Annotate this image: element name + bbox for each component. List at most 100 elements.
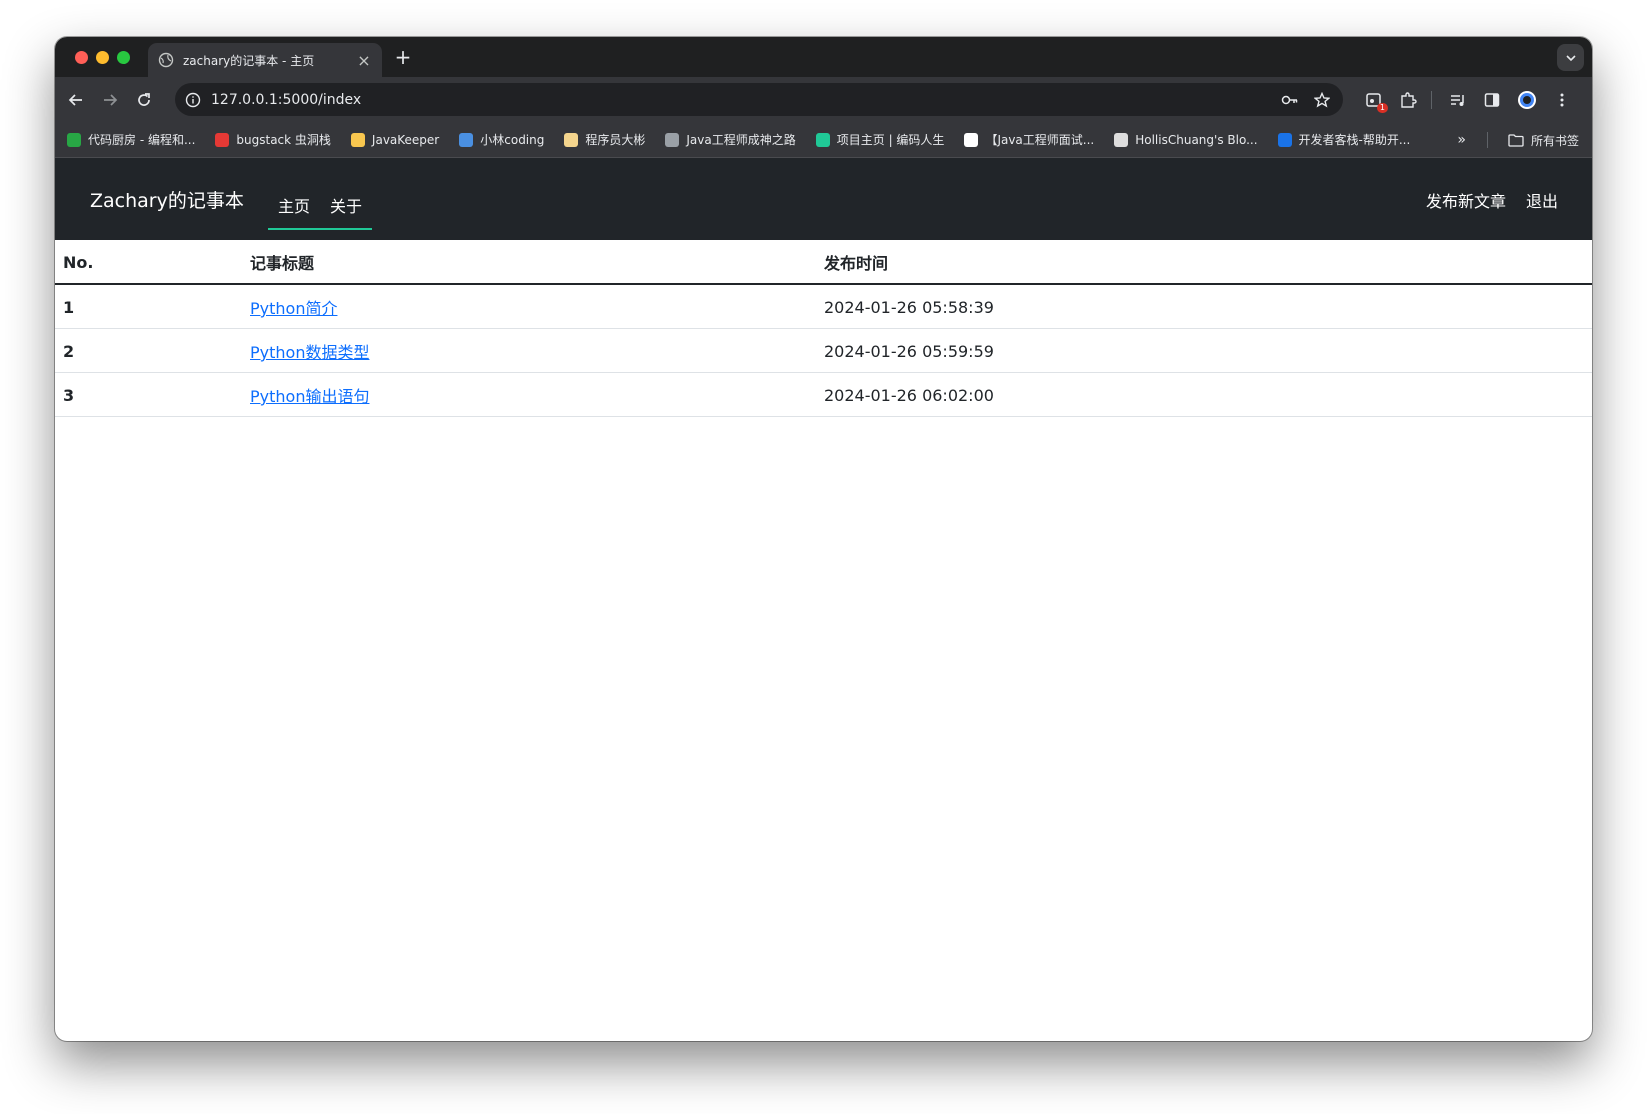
bookmark-label: 开发者客栈-帮助开... [1298, 133, 1411, 147]
bookmark-label: HollisChuang's Blo... [1135, 132, 1258, 147]
bookmark-item[interactable]: 项目主页 | 编码人生 [815, 131, 945, 148]
extension-badge: 1 [1376, 103, 1388, 113]
bookmark-item[interactable]: 代码厨房 - 编程和... [67, 131, 195, 148]
table-row: 2 Python数据类型 2024-01-26 05:59:59 [55, 328, 1592, 373]
all-bookmarks-label: 所有书签 [1530, 134, 1579, 148]
extensions-menu-button[interactable] [1397, 89, 1419, 111]
tab-title: zachary的记事本 - 主页 [183, 53, 315, 68]
tab-search-button[interactable] [1557, 44, 1584, 71]
bookmark-label: 程序员大彬 [585, 133, 646, 147]
tab-active[interactable]: zachary的记事本 - 主页 × [148, 43, 382, 77]
browser-menu-button[interactable] [1551, 89, 1573, 111]
row-time: 2024-01-26 06:02:00 [816, 372, 1592, 417]
bookmark-item[interactable]: HollisChuang's Blo... [1114, 132, 1258, 147]
bookmarks-bar: 代码厨房 - 编程和... bugstack 虫洞栈 JavaKeeper 小林cod… [55, 122, 1592, 158]
more-bookmarks-button[interactable]: » [1457, 132, 1466, 148]
row-number: 2 [55, 328, 242, 373]
browser-toolbar: 127.0.0.1:5000/index 1 [55, 77, 1592, 122]
url-text: 127.0.0.1:5000/index [211, 91, 362, 108]
nav-actions: 发布新文章 退出 [1426, 188, 1558, 212]
all-bookmarks-button[interactable]: 所有书签 [1508, 132, 1579, 149]
browser-window: zachary的记事本 - 主页 × + 127.0.0.1:5000/inde… [55, 37, 1592, 1041]
kebab-menu-icon [1560, 93, 1564, 107]
globe-icon [158, 52, 174, 68]
bookmark-label: 项目主页 | 编码人生 [836, 133, 945, 147]
bookmark-item[interactable]: Java工程师成神之路 [665, 131, 796, 148]
xiaolin-icon [459, 132, 474, 147]
close-window-button[interactable] [75, 51, 88, 64]
bookmark-item[interactable]: 小林coding [459, 131, 544, 148]
row-title-cell: Python数据类型 [242, 328, 816, 373]
bookmarks-separator [1487, 132, 1488, 148]
note-title-link[interactable]: Python输出语句 [250, 387, 369, 406]
site-navbar: Zachary的记事本 主页 关于 发布新文章 退出 [55, 158, 1592, 240]
globe-icon [665, 132, 680, 147]
password-key-icon[interactable] [1279, 89, 1301, 111]
row-title-cell: Python输出语句 [242, 372, 816, 417]
side-panel-icon [1484, 93, 1500, 107]
column-header-title: 记事标题 [242, 240, 816, 285]
w-icon [815, 132, 830, 147]
publish-article-link[interactable]: 发布新文章 [1426, 188, 1506, 212]
note-title-link[interactable]: Python简介 [250, 299, 337, 318]
chevron-down-icon [1565, 54, 1576, 61]
code-kitchen-icon [67, 132, 81, 147]
forward-button[interactable] [99, 89, 121, 111]
bookmark-label: Java工程师成神之路 [686, 133, 796, 147]
minimize-window-button[interactable] [96, 51, 109, 64]
tab-strip: zachary的记事本 - 主页 × + [55, 37, 1592, 77]
note-title-link[interactable]: Python数据类型 [250, 343, 369, 362]
arrow-right-icon [104, 94, 118, 106]
close-tab-icon[interactable]: × [356, 51, 372, 70]
profile-button[interactable] [1516, 89, 1538, 111]
window-controls [75, 51, 130, 64]
arrow-left-icon [68, 94, 82, 106]
new-tab-button[interactable]: + [391, 45, 415, 69]
address-bar[interactable]: 127.0.0.1:5000/index [175, 83, 1343, 116]
row-title-cell: Python简介 [242, 284, 816, 329]
bookmark-item[interactable]: 【Java工程师面试... [964, 131, 1094, 148]
dabin-icon [564, 132, 579, 147]
back-button[interactable] [65, 89, 87, 111]
bookmark-star-icon[interactable] [1311, 89, 1333, 111]
bookmark-item[interactable]: 开发者客栈-帮助开... [1277, 131, 1411, 148]
site-info-icon[interactable] [185, 92, 201, 108]
nav-link-home[interactable]: 主页 [278, 196, 310, 228]
site-brand[interactable]: Zachary的记事本 [90, 186, 244, 213]
bugstack-icon [215, 132, 230, 147]
logout-link[interactable]: 退出 [1526, 188, 1558, 212]
nav-link-about[interactable]: 关于 [330, 196, 362, 228]
bookmark-item[interactable]: bugstack 虫洞栈 [215, 131, 331, 148]
media-control-button[interactable] [1447, 89, 1469, 111]
folder-icon [1508, 134, 1524, 147]
reload-button[interactable] [133, 89, 155, 111]
side-panel-button[interactable] [1481, 89, 1503, 111]
table-header-row: No. 记事标题 发布时间 [55, 240, 1592, 285]
row-time: 2024-01-26 05:59:59 [816, 328, 1592, 373]
puzzle-icon [1401, 92, 1417, 108]
row-time: 2024-01-26 05:58:39 [816, 284, 1592, 329]
bookmark-label: 【Java工程师面试... [985, 133, 1095, 147]
extension-button[interactable]: 1 [1363, 89, 1388, 113]
bookmark-item[interactable]: JavaKeeper [350, 132, 439, 147]
table-row: 1 Python简介 2024-01-26 05:58:39 [55, 284, 1592, 329]
notes-table: No. 记事标题 发布时间 1 Python简介 2024-01-26 05:5… [55, 240, 1592, 417]
bookmark-label: 代码厨房 - 编程和... [88, 133, 196, 147]
bookmark-label: bugstack 虫洞栈 [236, 133, 331, 147]
row-number: 3 [55, 372, 242, 417]
bookmark-label: 小林coding [480, 133, 545, 147]
nav-links: 主页 关于 [268, 196, 373, 230]
toolbar-separator [1431, 91, 1432, 109]
row-number: 1 [55, 284, 242, 329]
avatar-icon [1518, 91, 1536, 109]
column-header-time: 发布时间 [816, 240, 1592, 285]
queue-music-icon [1451, 95, 1464, 106]
house-icon [1277, 132, 1292, 147]
hollis-icon [1114, 132, 1129, 147]
interview-icon [964, 132, 979, 147]
javakeeper-icon [350, 132, 365, 147]
maximize-window-button[interactable] [117, 51, 130, 64]
column-header-no: No. [55, 240, 242, 285]
table-row: 3 Python输出语句 2024-01-26 06:02:00 [55, 372, 1592, 417]
bookmark-item[interactable]: 程序员大彬 [564, 131, 645, 148]
